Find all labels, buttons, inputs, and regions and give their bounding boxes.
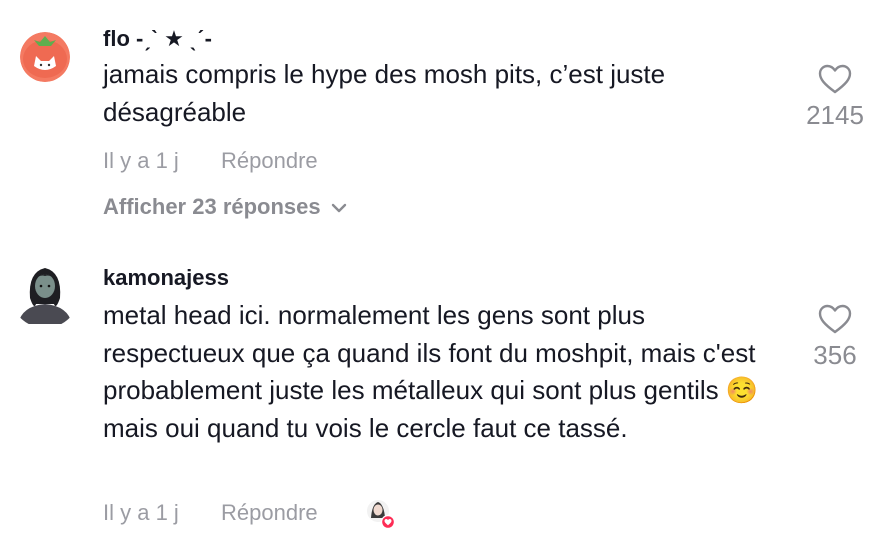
comment-meta: Il y a 1 j Répondre [103, 500, 318, 526]
comment-text: jamais compris le hype des mosh pits, c’… [103, 59, 666, 127]
like-count: 356 [813, 340, 857, 370]
tomato-cat-avatar-icon [20, 32, 70, 82]
username[interactable]: flo -ˏˋ ★ ˎˊ- [103, 26, 212, 52]
like-button[interactable]: 356 [795, 304, 875, 371]
heart-icon [818, 304, 852, 334]
reply-button[interactable]: Répondre [221, 148, 318, 173]
creator-liked-icon [366, 498, 396, 529]
chevron-down-icon [331, 203, 346, 213]
timestamp: Il y a 1 j [103, 500, 179, 525]
username[interactable]: kamonajess [103, 265, 229, 291]
girl-avatar-icon [10, 258, 80, 328]
heart-icon [818, 64, 852, 94]
avatar[interactable] [20, 32, 70, 82]
view-replies-label: Afficher 23 réponses [103, 194, 321, 219]
like-button[interactable]: 2145 [795, 64, 875, 131]
view-replies-button[interactable]: Afficher 23 réponses [103, 194, 347, 220]
timestamp: Il y a 1 j [103, 148, 179, 173]
comment-text: metal head ici. normalement les gens son… [103, 300, 759, 443]
avatar[interactable] [10, 258, 80, 328]
reply-button[interactable]: Répondre [221, 500, 318, 525]
comment-meta: Il y a 1 j Répondre [103, 148, 318, 174]
like-count: 2145 [806, 100, 864, 130]
